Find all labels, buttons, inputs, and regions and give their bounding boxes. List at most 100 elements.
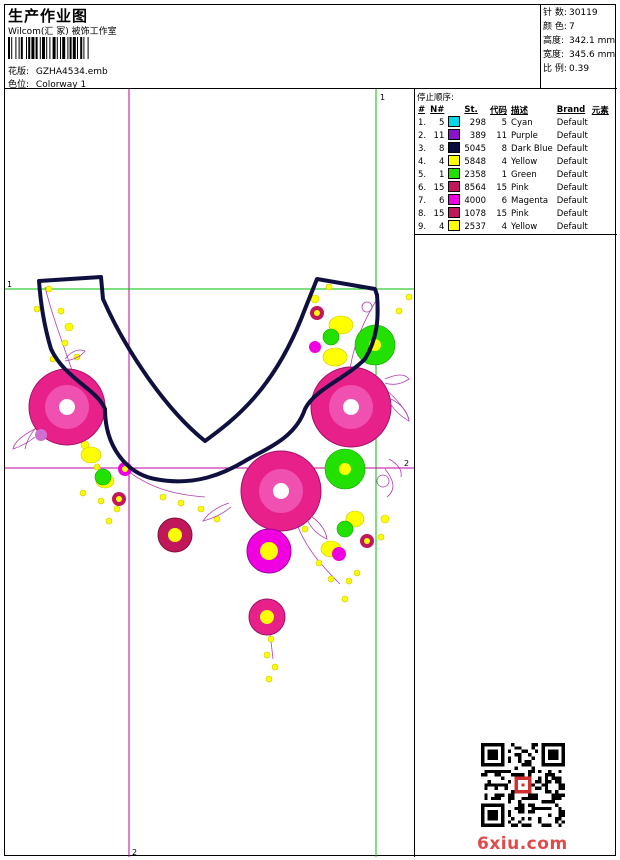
row-description: Magenta [511, 195, 549, 206]
color-swatch [448, 155, 461, 166]
row-swatch [446, 220, 462, 233]
row-description: Pink [511, 208, 529, 219]
stop-sequence-title: 停止顺序: [417, 93, 454, 103]
row-swatch [446, 207, 462, 220]
page-title: 生产作业图 [8, 7, 89, 25]
design-file-name: GZHA4534.emb [35, 67, 108, 77]
row-brand: Default [556, 169, 588, 180]
row-code: 4 [501, 156, 508, 167]
table-row: 6. 15 8564 15 Pink Default [416, 181, 611, 194]
watermark-logo: 6xiu.com [477, 834, 568, 854]
design-file-row: 花版: GZHA4534.emb [8, 64, 108, 77]
row-brand: Default [556, 182, 588, 193]
row-description: Yellow [511, 221, 538, 232]
row-needle: 15 [433, 208, 445, 219]
row-index: 4. [418, 156, 427, 167]
stop-sequence-panel: 停止顺序: # N# St. 代码 描述 Brand 元素 1. 5 298 5 Cya… [415, 89, 617, 235]
stat-colors: 颜 色: 7 [543, 22, 575, 32]
row-index: 1. [418, 117, 427, 128]
color-swatch [448, 116, 461, 127]
row-element [590, 207, 611, 220]
row-needle: 4 [438, 156, 445, 167]
row-index: 9. [418, 221, 427, 232]
row-needle: 15 [433, 182, 445, 193]
row-code: 6 [501, 195, 508, 206]
row-code: 15 [496, 182, 508, 193]
row-stitches: 5045 [464, 143, 487, 154]
row-index: 5. [418, 169, 427, 180]
row-stitches: 5848 [464, 156, 487, 167]
studio-subtitle: Wilcom(汇 冢) 被饰工作室 [8, 27, 117, 37]
row-brand: Default [556, 221, 588, 232]
barcode [8, 37, 89, 59]
row-swatch [446, 116, 462, 129]
col-needle: N# [430, 104, 445, 115]
col-description: 描述 [511, 105, 529, 116]
row-index: 2. [418, 130, 427, 141]
large-pink-flowers [28, 366, 392, 532]
row-description: Pink [511, 182, 529, 193]
row-swatch [446, 194, 462, 207]
col-code: 代码 [490, 105, 508, 116]
row-code: 8 [501, 143, 508, 154]
row-stitches: 4000 [464, 195, 487, 206]
row-code: 11 [496, 130, 508, 141]
row-element [590, 220, 611, 233]
row-brand: Default [556, 117, 588, 128]
table-row: 2. 11 389 11 Purple Default [416, 129, 611, 142]
row-index: 8. [418, 208, 427, 219]
row-stitches: 8564 [464, 182, 487, 193]
stat-width: 宽度: 345.6 mm [543, 50, 616, 60]
table-row: 4. 4 5848 4 Yellow Default [416, 155, 611, 168]
row-swatch [446, 155, 462, 168]
row-description: Purple [511, 130, 538, 141]
row-swatch [446, 142, 462, 155]
guide-label-h1: 1 [7, 280, 12, 289]
table-row: 7. 6 4000 6 Magenta Default [416, 194, 611, 207]
table-row: 5. 1 2358 1 Green Default [416, 168, 611, 181]
stop-sequence-table: # N# St. 代码 描述 Brand 元素 1. 5 298 5 Cyan Defau… [416, 103, 611, 233]
row-description: Yellow [511, 156, 538, 167]
row-element [590, 194, 611, 207]
row-index: 6. [418, 182, 427, 193]
row-stitches: 1078 [464, 208, 487, 219]
row-brand: Default [556, 143, 588, 154]
row-element [590, 181, 611, 194]
table-header-row: # N# St. 代码 描述 Brand 元素 [416, 103, 611, 116]
row-swatch [446, 168, 462, 181]
row-brand: Default [556, 195, 588, 206]
stat-stitches: 针 数: 30119 [543, 8, 598, 18]
table-row: 3. 8 5045 8 Dark Blue Default [416, 142, 611, 155]
row-stitches: 2358 [464, 169, 487, 180]
guide-label-v1: 1 [380, 93, 385, 102]
row-needle: 8 [438, 143, 445, 154]
design-label: 花版: [8, 67, 30, 77]
col-brand: Brand [556, 104, 586, 115]
color-swatch [448, 181, 461, 192]
col-element: 元素 [591, 105, 609, 116]
embroidery-preview: 1 2 1 2 [5, 89, 415, 857]
row-brand: Default [556, 156, 588, 167]
row-needle: 4 [438, 221, 445, 232]
row-stitches: 389 [469, 130, 487, 141]
row-element [590, 116, 611, 129]
stat-scale: 比 例: 0.39 [543, 64, 590, 74]
stat-height: 高度: 342.1 mm [543, 36, 616, 46]
stop-sequence-rows: 1. 5 298 5 Cyan Default 2. 11 389 11 Purple Default… [416, 116, 611, 233]
row-element [590, 155, 611, 168]
row-element [590, 129, 611, 142]
row-element [590, 168, 611, 181]
row-stitches: 2537 [464, 221, 487, 232]
col-stitches: St. [464, 104, 478, 115]
row-code: 5 [501, 117, 508, 128]
col-index: # [418, 104, 426, 115]
row-description: Dark Blue [511, 143, 553, 154]
row-index: 7. [418, 195, 427, 206]
row-element [590, 142, 611, 155]
table-row: 8. 15 1078 15 Pink Default [416, 207, 611, 220]
production-sheet: 生产作业图 Wilcom(汇 冢) 被饰工作室 花版: GZHA4534.emb… [4, 4, 617, 857]
row-needle: 1 [438, 169, 445, 180]
color-swatch [448, 220, 461, 231]
header-info: 生产作业图 Wilcom(汇 冢) 被饰工作室 花版: GZHA4534.emb… [5, 5, 541, 90]
color-swatch [448, 207, 461, 218]
